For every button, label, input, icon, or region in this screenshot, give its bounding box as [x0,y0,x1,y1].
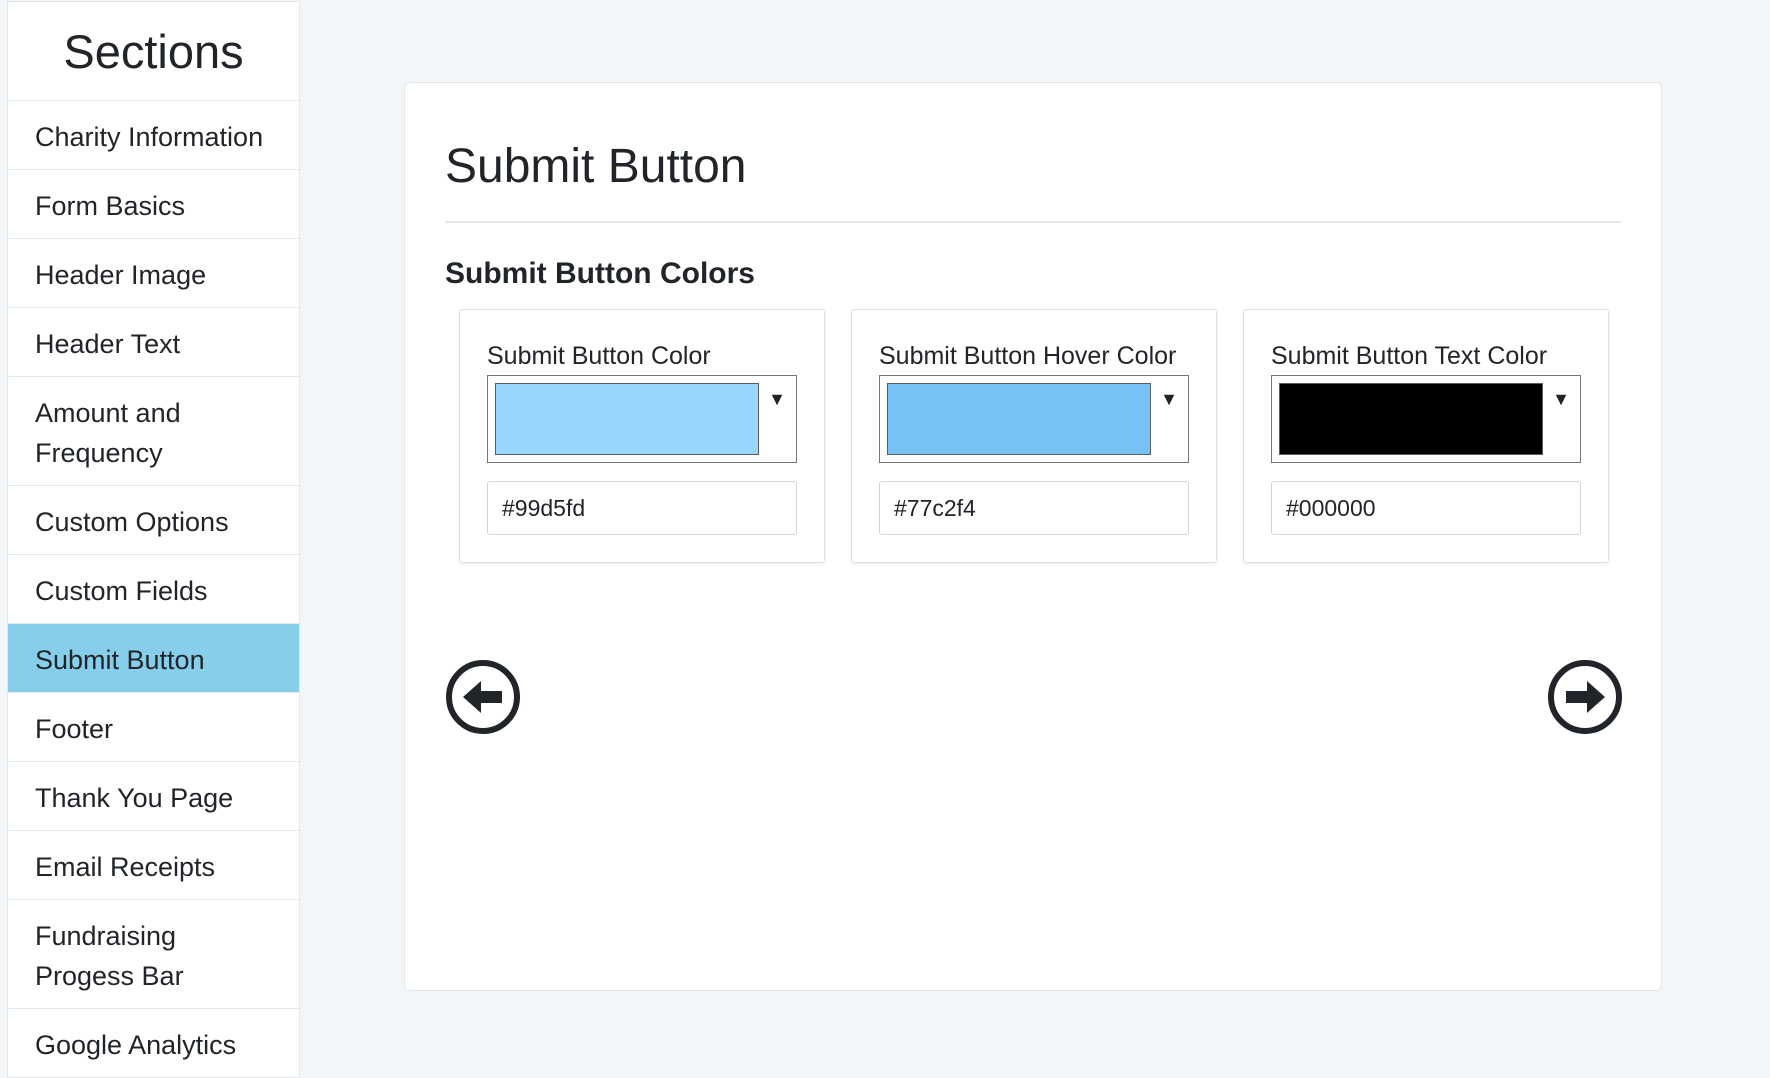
submit-button-color-box: Submit Button Color ▼ [459,309,825,563]
sidebar-item-custom-fields[interactable]: Custom Fields [8,555,299,624]
sidebar-item-footer[interactable]: Footer [8,693,299,762]
page-title: Submit Button [445,140,747,193]
submit-button-text-color-label: Submit Button Text Color [1271,342,1548,370]
submit-button-color-input[interactable] [487,481,797,535]
sidebar-item-fundraising-progress-bar[interactable]: Fundraising Progess Bar [8,900,299,1009]
sidebar-item-label: Submit Button [35,645,205,675]
submit-button-hover-color-input[interactable] [879,481,1189,535]
sidebar-item-label: Fundraising Progess Bar [35,921,184,991]
submit-button-hover-color-picker[interactable]: ▼ [879,375,1189,463]
sidebar-item-charity-information[interactable]: Charity Information [8,101,299,170]
sidebar-item-label: Footer [35,714,114,744]
sidebar-item-email-receipts[interactable]: Email Receipts [8,831,299,900]
color-swatch [495,383,759,455]
sidebar-item-label: Header Image [35,260,207,290]
submit-button-hover-color-label: Submit Button Hover Color [879,342,1177,370]
sidebar-item-label: Custom Options [35,507,229,537]
previous-section-button[interactable] [445,659,521,735]
sidebar-item-submit-button[interactable]: Submit Button [8,624,299,693]
arrow-right-circle-icon [1548,660,1622,734]
sidebar-title: Sections [8,1,299,101]
next-section-button[interactable] [1547,659,1623,735]
sidebar-item-label: Amount and Frequency [35,398,181,468]
arrow-left-circle-icon [446,660,520,734]
dropdown-arrow-icon: ▼ [768,389,786,409]
sidebar-item-amount-and-frequency[interactable]: Amount and Frequency [8,377,299,486]
dropdown-arrow-icon: ▼ [1160,389,1178,409]
sidebar-item-form-basics[interactable]: Form Basics [8,170,299,239]
color-swatch [1279,383,1543,455]
sidebar-item-custom-options[interactable]: Custom Options [8,486,299,555]
sidebar-item-label: Header Text [35,329,181,359]
submit-button-text-color-box: Submit Button Text Color ▼ [1243,309,1609,563]
submit-button-text-color-input[interactable] [1271,481,1581,535]
submit-button-color-picker[interactable]: ▼ [487,375,797,463]
sidebar-item-label: Custom Fields [35,576,208,606]
submit-button-card: Submit Button Submit Button Colors Submi… [404,82,1662,991]
submit-button-hover-color-box: Submit Button Hover Color ▼ [851,309,1217,563]
sidebar-item-header-image[interactable]: Header Image [8,239,299,308]
sidebar-item-label: Thank You Page [35,783,234,813]
sidebar-item-label: Google Analytics [35,1030,237,1060]
sidebar-item-google-analytics[interactable]: Google Analytics [8,1009,299,1078]
sidebar-item-label: Charity Information [35,122,264,152]
submit-button-color-label: Submit Button Color [487,342,711,370]
color-swatch [887,383,1151,455]
submit-button-text-color-picker[interactable]: ▼ [1271,375,1581,463]
dropdown-arrow-icon: ▼ [1552,389,1570,409]
sidebar-item-thank-you-page[interactable]: Thank You Page [8,762,299,831]
section-title: Submit Button Colors [445,257,755,290]
sidebar-item-label: Email Receipts [35,852,216,882]
sidebar-item-label: Form Basics [35,191,186,221]
sections-sidebar: Sections Charity Information Form Basics… [7,1,300,1078]
sidebar-item-header-text[interactable]: Header Text [8,308,299,377]
title-divider [445,221,1621,223]
